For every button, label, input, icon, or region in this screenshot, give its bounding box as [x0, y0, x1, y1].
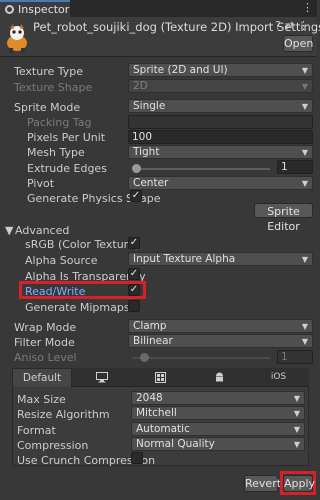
mesh-type-dropdown[interactable]: Tight ▼: [128, 145, 313, 159]
chevron-down-icon: ▼: [301, 82, 308, 91]
chevron-down-icon: ▼: [293, 440, 300, 449]
extrude-edges-slider-track[interactable]: [132, 168, 270, 170]
format-label: Format: [17, 424, 56, 437]
header-icons: ?⇄⋮: [275, 19, 313, 32]
texture-type-dropdown[interactable]: Sprite (2D and UI) ▼: [128, 63, 313, 77]
extrude-edges-slider-handle[interactable]: [132, 164, 141, 173]
filter-mode-label: Filter Mode: [14, 336, 75, 349]
advanced-foldout-label[interactable]: Advanced: [15, 224, 69, 237]
pivot-label: Pivot: [27, 177, 55, 190]
chevron-down-icon: ▼: [301, 148, 308, 157]
chevron-down-icon: ▼: [293, 394, 300, 403]
wrap-mode-dropdown[interactable]: Clamp ▼: [128, 319, 313, 333]
monitor-icon: [95, 372, 108, 383]
texture-shape-dropdown: 2D ▼: [128, 79, 313, 93]
format-dropdown[interactable]: Automatic ▼: [131, 422, 305, 436]
chevron-down-icon: ▼: [301, 66, 308, 75]
pivot-value: Center: [133, 177, 169, 189]
max-size-value: 2048: [136, 392, 163, 404]
texture-type-value: Sprite (2D and UI): [133, 64, 228, 76]
tab-android[interactable]: [190, 368, 249, 387]
info-icon: [5, 5, 14, 14]
alpha-source-value: Input Texture Alpha: [133, 253, 236, 265]
srgb-checkbox[interactable]: ✓: [128, 237, 140, 249]
sprite-mode-value: Single: [133, 100, 166, 112]
tab-inspector[interactable]: Inspector: [0, 0, 70, 17]
chevron-down-icon: ▼: [293, 425, 300, 434]
generate-physics-shape-checkbox[interactable]: ✓: [130, 190, 142, 202]
apply-button[interactable]: Apply: [283, 475, 315, 492]
generate-mipmaps-label: Generate Mipmaps: [25, 301, 130, 314]
format-value: Automatic: [136, 423, 190, 435]
alpha-source-dropdown[interactable]: Input Texture Alpha ▼: [128, 252, 313, 266]
pixels-per-unit-field[interactable]: 100: [128, 130, 313, 144]
chevron-down-icon: ▼: [301, 337, 308, 346]
tab-ios[interactable]: iOS: [249, 368, 308, 387]
resize-algorithm-dropdown[interactable]: Mitchell ▼: [131, 406, 305, 420]
aniso-level-field: 1: [277, 350, 313, 364]
preset-icon[interactable]: ⇄: [285, 19, 298, 32]
pivot-dropdown[interactable]: Center ▼: [128, 176, 313, 190]
inspector-header: Pet_robot_soujiki_dog (Texture 2D) Impor…: [0, 17, 320, 57]
aniso-level-label: Aniso Level: [14, 351, 77, 364]
compression-dropdown[interactable]: Normal Quality ▼: [131, 437, 305, 451]
tab-default[interactable]: Default: [12, 368, 72, 387]
open-button[interactable]: Open: [283, 35, 313, 52]
read-write-label: Read/Write: [25, 285, 86, 298]
chevron-down-icon: ▼: [301, 322, 308, 331]
resize-algorithm-value: Mitchell: [136, 407, 177, 419]
aniso-level-slider-handle: [140, 353, 149, 362]
tab-webgl[interactable]: [131, 368, 190, 387]
texture-shape-value: 2D: [133, 80, 148, 92]
chevron-down-icon: ▼: [301, 102, 308, 111]
advanced-foldout-arrow-icon[interactable]: ▼: [5, 224, 13, 237]
extrude-edges-field[interactable]: 1: [277, 160, 313, 174]
revert-button[interactable]: Revert: [244, 475, 281, 492]
alpha-source-label: Alpha Source: [25, 254, 98, 267]
max-size-dropdown[interactable]: 2048 ▼: [131, 391, 305, 405]
filter-mode-dropdown[interactable]: Bilinear ▼: [128, 334, 313, 348]
packing-tag-label: Packing Tag: [27, 116, 92, 129]
sprite-mode-dropdown[interactable]: Single ▼: [128, 99, 313, 113]
mesh-type-value: Tight: [133, 146, 160, 158]
generate-mipmaps-checkbox[interactable]: [128, 300, 140, 312]
read-write-checkbox[interactable]: ✓: [128, 284, 140, 296]
wrap-mode-label: Wrap Mode: [14, 321, 77, 334]
kebab-menu-icon[interactable]: ⋮: [298, 19, 313, 32]
alpha-is-transparency-checkbox[interactable]: ✓: [128, 268, 140, 280]
aniso-level-slider-track: [132, 357, 270, 359]
srgb-label: sRGB (Color Texture): [25, 238, 140, 251]
kebab-menu-icon[interactable]: ⋮: [302, 1, 313, 14]
tab-standalone[interactable]: [72, 368, 131, 387]
platform-tabs: Default iOS: [12, 368, 309, 387]
texture-type-label: Texture Type: [14, 65, 84, 78]
webgl-icon: [155, 372, 166, 383]
chevron-down-icon: ▼: [293, 409, 300, 418]
use-crunch-compression-checkbox[interactable]: [131, 452, 143, 464]
sprite-editor-button[interactable]: Sprite Editor: [254, 203, 313, 233]
robot-dog-thumbnail-icon: [7, 24, 27, 53]
android-icon: [216, 372, 223, 382]
tab-inspector-label: Inspector: [18, 3, 70, 16]
extrude-edges-label: Extrude Edges: [27, 162, 107, 175]
filter-mode-value: Bilinear: [133, 335, 173, 347]
max-size-label: Max Size: [17, 393, 66, 406]
pixels-per-unit-label: Pixels Per Unit: [27, 131, 106, 144]
compression-label: Compression: [17, 439, 89, 452]
help-icon[interactable]: ?: [275, 19, 285, 32]
wrap-mode-value: Clamp: [133, 320, 167, 332]
mesh-type-label: Mesh Type: [27, 146, 85, 159]
texture-shape-label: Texture Shape: [14, 81, 93, 94]
chevron-down-icon: ▼: [301, 179, 308, 188]
resize-algorithm-label: Resize Algorithm: [17, 408, 110, 421]
packing-tag-field: [128, 115, 313, 129]
chevron-down-icon: ▼: [301, 255, 308, 264]
window-tabbar: Inspector ⋮: [0, 0, 317, 17]
sprite-mode-label: Sprite Mode: [14, 101, 81, 114]
compression-value: Normal Quality: [136, 438, 215, 450]
